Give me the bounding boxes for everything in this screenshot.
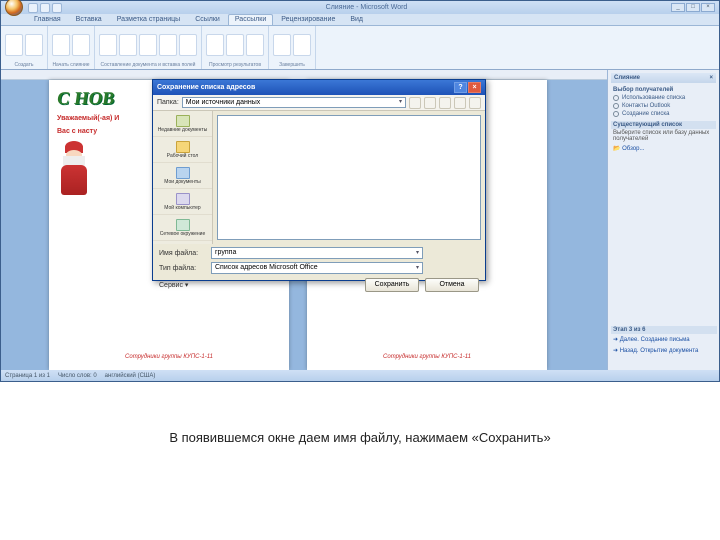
filetype-combo[interactable]: Список адресов Microsoft Office — [211, 262, 423, 274]
radio-icon — [613, 95, 619, 101]
status-lang[interactable]: английский (США) — [105, 373, 156, 379]
back-button[interactable] — [409, 97, 421, 109]
ribbon-group-label: Создать — [14, 62, 33, 68]
place-4[interactable]: Сетевое окружение — [153, 215, 212, 241]
filename-label: Имя файла: — [159, 250, 207, 257]
file-list[interactable] — [217, 115, 481, 240]
folder-icon — [176, 219, 190, 231]
ribbon-button[interactable] — [5, 34, 23, 56]
ribbon-button[interactable] — [139, 34, 157, 56]
ribbon-button[interactable] — [159, 34, 177, 56]
place-0[interactable]: Недавние документы — [153, 111, 212, 137]
ribbon-tabs: ГлавнаяВставкаРазметка страницыСсылкиРас… — [1, 14, 719, 26]
dialog-help-button[interactable]: ? — [454, 82, 467, 93]
save-as-dialog: Сохранение списка адресов ? × Папка: Мои… — [152, 79, 486, 281]
titlebar: Слияние - Microsoft Word _ □ × — [1, 1, 719, 14]
taskpane-section-title: Выбор получателей — [611, 86, 716, 94]
next-step-link[interactable]: ➜ Далее. Создание письма — [611, 334, 717, 345]
folder-icon — [176, 115, 190, 127]
ribbon-button[interactable] — [293, 34, 311, 56]
place-2[interactable]: Мои документы — [153, 163, 212, 189]
ribbon-group-label: Завершить — [279, 62, 305, 68]
filename-input[interactable]: группа — [211, 247, 423, 259]
radio-icon — [613, 111, 619, 117]
tab-2[interactable]: Разметка страницы — [110, 14, 188, 25]
recipient-option-1[interactable]: Контакты Outlook — [611, 102, 716, 110]
newfolder-button[interactable] — [454, 97, 466, 109]
radio-icon — [613, 103, 619, 109]
taskpane-hint: Выберите список или базу данных получате… — [611, 129, 716, 143]
lookin-combo[interactable]: Мои источники данных — [182, 97, 406, 108]
ribbon-group-4: Завершить — [269, 26, 316, 69]
tab-6[interactable]: Вид — [343, 14, 370, 25]
tools-menu[interactable]: Сервис ▾ — [159, 281, 188, 289]
dialog-title: Сохранение списка адресов — [157, 84, 255, 91]
folder-icon — [176, 193, 190, 205]
ribbon-group-label: Составление документа и вставка полей — [101, 62, 196, 68]
page-footer: Сотрудники группы КУПС-1-11 — [49, 354, 289, 360]
ribbon-button[interactable] — [206, 34, 224, 56]
taskpane-section-recipients: Выбор получателей Использование спискаКо… — [611, 86, 716, 118]
ribbon-button[interactable] — [119, 34, 137, 56]
ribbon-group-label: Начать слияние — [52, 62, 89, 68]
tab-0[interactable]: Главная — [27, 14, 68, 25]
window-controls: _ □ × — [671, 3, 715, 12]
status-page[interactable]: Страница 1 из 1 — [5, 373, 50, 379]
page-footer: Сотрудники группы КУПС-1-11 — [307, 354, 547, 360]
ribbon-button[interactable] — [179, 34, 197, 56]
lookin-label: Папка: — [157, 99, 179, 106]
prev-step-link[interactable]: ➜ Назад. Открытие документа — [611, 345, 717, 356]
ribbon-button[interactable] — [226, 34, 244, 56]
taskpane-header: Слияние × — [611, 73, 716, 83]
status-words[interactable]: Число слов: 0 — [58, 373, 97, 379]
tab-1[interactable]: Вставка — [69, 14, 109, 25]
dialog-toolbar: Папка: Мои источники данных — [153, 95, 485, 111]
status-bar: Страница 1 из 1 Число слов: 0 английский… — [1, 370, 719, 381]
ribbon-group-3: Просмотр результатов — [202, 26, 269, 69]
save-button[interactable]: Сохранить — [365, 278, 419, 292]
ribbon-button[interactable] — [52, 34, 70, 56]
views-button[interactable] — [469, 97, 481, 109]
taskpane-subheader: Существующий список — [611, 121, 716, 129]
cancel-button[interactable]: Отмена — [425, 278, 479, 292]
tab-5[interactable]: Рецензирование — [274, 14, 342, 25]
ribbon-group-1: Начать слияние — [48, 26, 95, 69]
maximize-button[interactable]: □ — [686, 3, 700, 12]
ribbon-group-label: Просмотр результатов — [209, 62, 261, 68]
tab-3[interactable]: Ссылки — [188, 14, 227, 25]
dialog-titlebar[interactable]: Сохранение списка адресов ? × — [153, 80, 485, 95]
ribbon-group-0: Создать — [1, 26, 48, 69]
minimize-button[interactable]: _ — [671, 3, 685, 12]
recipient-option-2[interactable]: Создание списка — [611, 110, 716, 118]
window-title: Слияние - Microsoft Word — [62, 4, 671, 11]
ribbon-button[interactable] — [99, 34, 117, 56]
ribbon-group-2: Составление документа и вставка полей — [95, 26, 202, 69]
filetype-label: Тип файла: — [159, 265, 207, 272]
taskpane-title: Слияние — [614, 75, 640, 81]
santa-image — [57, 141, 91, 195]
office-button[interactable] — [5, 0, 23, 16]
close-button[interactable]: × — [701, 3, 715, 12]
tab-4[interactable]: Рассылки — [228, 14, 273, 25]
dialog-close-button[interactable]: × — [468, 82, 481, 93]
ribbon: Создать Начать слияние Составление докумен… — [1, 26, 719, 70]
folder-icon — [176, 167, 190, 179]
up-button[interactable] — [424, 97, 436, 109]
ribbon-button[interactable] — [72, 34, 90, 56]
taskpane-close-icon[interactable]: × — [709, 75, 713, 81]
place-1[interactable]: Рабочий стол — [153, 137, 212, 163]
ribbon-button[interactable] — [246, 34, 264, 56]
folder-icon — [176, 141, 190, 153]
ribbon-button[interactable] — [273, 34, 291, 56]
mailmerge-taskpane: Слияние × Выбор получателей Использовани… — [607, 70, 719, 370]
ribbon-button[interactable] — [25, 34, 43, 56]
place-3[interactable]: Мой компьютер — [153, 189, 212, 215]
recipient-option-0[interactable]: Использование списка — [611, 94, 716, 102]
browse-link[interactable]: 📂 Обзор... — [611, 143, 716, 154]
slide-caption: В появившемся окне даем имя файлу, нажим… — [0, 430, 720, 445]
delete-button[interactable] — [439, 97, 451, 109]
places-bar: Недавние документыРабочий столМои докуме… — [153, 111, 213, 244]
taskpane-step: Этап 3 из 6 — [611, 326, 717, 334]
quick-access-toolbar[interactable] — [28, 3, 62, 13]
